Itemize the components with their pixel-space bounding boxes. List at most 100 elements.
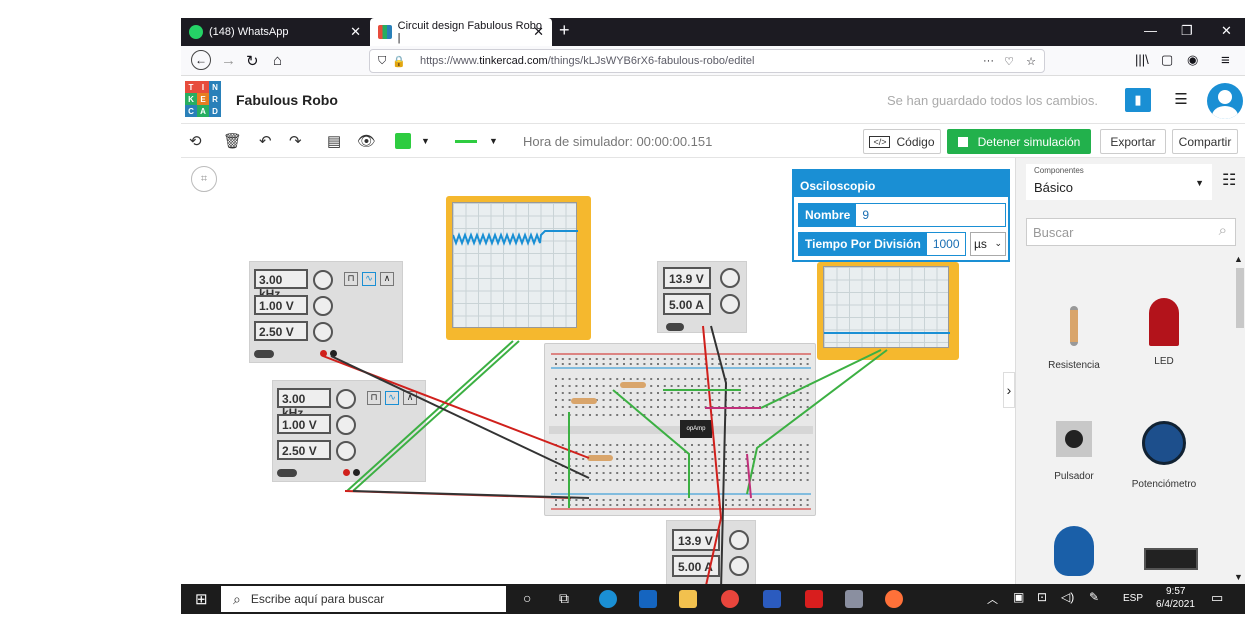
wire-type-picker[interactable]: ▼ bbox=[455, 132, 501, 150]
scrollbar-thumb[interactable] bbox=[1236, 268, 1244, 328]
clock-time[interactable]: 9:57 bbox=[1166, 586, 1185, 597]
color-picker[interactable]: ▼ bbox=[395, 132, 435, 150]
edge-icon[interactable] bbox=[599, 590, 617, 608]
rotate-icon[interactable]: ⟲ bbox=[189, 132, 202, 150]
knob[interactable] bbox=[720, 294, 740, 314]
back-icon[interactable]: ← bbox=[191, 50, 211, 70]
file-explorer-icon[interactable] bbox=[679, 590, 697, 608]
terminal-black[interactable] bbox=[330, 350, 337, 357]
notes-icon[interactable]: ▤ bbox=[327, 132, 341, 150]
oscilloscope[interactable] bbox=[446, 196, 591, 340]
undo-icon[interactable]: ↶ bbox=[259, 132, 272, 150]
windows-start-icon[interactable]: ⊞ bbox=[195, 590, 208, 608]
pocket-icon[interactable]: ♡ bbox=[1004, 55, 1014, 68]
component-led[interactable]: LED bbox=[1124, 298, 1204, 367]
wifi-icon[interactable]: ⊡ bbox=[1037, 590, 1047, 604]
acrobat-icon[interactable] bbox=[805, 590, 823, 608]
category-select[interactable]: Componentes Básico ▼ bbox=[1026, 164, 1212, 200]
knob[interactable] bbox=[313, 296, 333, 316]
sidebar-icon[interactable]: ▢ bbox=[1161, 52, 1173, 68]
close-icon[interactable]: ✕ bbox=[533, 24, 544, 40]
triangle-wave-icon[interactable]: ∧ bbox=[403, 391, 417, 405]
tinkercad-logo[interactable]: T I N K E R C A D bbox=[185, 81, 221, 117]
knob[interactable] bbox=[729, 556, 749, 576]
terminal-red[interactable] bbox=[343, 469, 350, 476]
bookmark-icon[interactable]: ☆ bbox=[1026, 55, 1036, 68]
word-icon[interactable] bbox=[763, 590, 781, 608]
power-supply[interactable]: 13.9 V 5.00 A bbox=[666, 520, 756, 584]
component-search[interactable]: Buscar ⌕ bbox=[1026, 218, 1236, 246]
scroll-up-icon[interactable]: ▲ bbox=[1234, 254, 1243, 264]
component-resistor[interactable]: Resistencia bbox=[1034, 306, 1114, 371]
function-generator[interactable]: 3.00 kHz 1.00 V 2.50 V ⊓ ∿ ∧ bbox=[272, 380, 426, 482]
project-name[interactable]: Fabulous Robo bbox=[236, 92, 338, 108]
opamp-chip[interactable]: opAmp bbox=[680, 420, 712, 438]
resistor[interactable] bbox=[587, 455, 613, 461]
taskbar-search[interactable]: ⌕ Escribe aquí para buscar bbox=[221, 586, 506, 612]
terminal-black[interactable] bbox=[353, 469, 360, 476]
knob[interactable] bbox=[313, 270, 333, 290]
sine-wave-icon[interactable]: ∿ bbox=[385, 391, 399, 405]
restore-icon[interactable]: ❐ bbox=[1181, 23, 1193, 39]
language-indicator[interactable]: ESP bbox=[1123, 593, 1143, 604]
reload-icon[interactable]: ↻ bbox=[246, 52, 259, 70]
tray-chevron-icon[interactable]: ︿ bbox=[987, 591, 998, 607]
name-value[interactable]: 9 bbox=[856, 208, 869, 222]
component-potentiometer[interactable]: Potenciómetro bbox=[1124, 421, 1204, 490]
list-view-button[interactable]: ☰ bbox=[1169, 88, 1193, 112]
tab-whatsapp[interactable]: (148) WhatsApp ✕ bbox=[181, 18, 369, 46]
stop-simulation-button[interactable]: Detener simulación bbox=[947, 129, 1091, 154]
network-icon[interactable]: ▣ bbox=[1013, 590, 1024, 604]
more-icon[interactable]: ··· bbox=[983, 55, 994, 67]
mail-icon[interactable] bbox=[639, 590, 657, 608]
new-tab-icon[interactable]: + bbox=[559, 20, 570, 41]
notifications-icon[interactable]: ▭ bbox=[1211, 590, 1223, 606]
trash-icon[interactable]: 🗑 bbox=[223, 132, 242, 150]
triangle-wave-icon[interactable]: ∧ bbox=[380, 272, 394, 286]
oscilloscope[interactable] bbox=[817, 262, 959, 360]
square-wave-icon[interactable]: ⊓ bbox=[367, 391, 381, 405]
breadboard[interactable]: opAmp bbox=[544, 343, 816, 516]
visibility-icon[interactable]: 👁 bbox=[357, 132, 376, 150]
forward-icon[interactable]: → bbox=[221, 52, 236, 69]
knob[interactable] bbox=[720, 268, 740, 288]
square-wave-icon[interactable]: ⊓ bbox=[344, 272, 358, 286]
account-icon[interactable]: ◉ bbox=[1187, 52, 1198, 68]
power-supply[interactable]: 13.9 V 5.00 A bbox=[657, 261, 747, 333]
avatar[interactable] bbox=[1207, 83, 1243, 119]
cortana-icon[interactable]: ○ bbox=[523, 590, 531, 606]
knob[interactable] bbox=[336, 441, 356, 461]
chrome-icon[interactable] bbox=[721, 590, 739, 608]
export-button[interactable]: Exportar bbox=[1100, 129, 1166, 154]
power-switch[interactable] bbox=[666, 323, 684, 331]
knob[interactable] bbox=[336, 415, 356, 435]
power-switch[interactable] bbox=[277, 469, 297, 477]
name-field[interactable]: Nombre 9 bbox=[798, 203, 1006, 227]
address-bar[interactable]: ⛉ 🔒 https://www. tinkercad.com /things/k… bbox=[369, 49, 1045, 73]
tab-tinkercad[interactable]: Circuit design Fabulous Robo | ✕ bbox=[370, 18, 552, 46]
redo-icon[interactable]: ↷ bbox=[289, 132, 302, 150]
circuit-view-button[interactable]: ▮ bbox=[1125, 88, 1151, 112]
knob[interactable] bbox=[313, 322, 333, 342]
app-icon[interactable] bbox=[845, 590, 863, 608]
sine-wave-icon[interactable]: ∿ bbox=[362, 272, 376, 286]
function-generator[interactable]: 3.00 kHz 1.00 V 2.50 V ⊓ ∿ ∧ bbox=[249, 261, 403, 363]
time-per-division-field[interactable]: Tiempo Por División 1000 bbox=[798, 232, 966, 256]
close-window-icon[interactable]: ✕ bbox=[1221, 23, 1232, 39]
menu-icon[interactable]: ≡ bbox=[1221, 52, 1230, 69]
task-view-icon[interactable]: ⧉ bbox=[559, 590, 569, 607]
minimize-icon[interactable]: — bbox=[1144, 23, 1157, 38]
pen-icon[interactable]: ✎ bbox=[1089, 590, 1099, 604]
time-unit-select[interactable]: µs ⌄ bbox=[970, 232, 1006, 256]
power-switch[interactable] bbox=[254, 350, 274, 358]
share-button[interactable]: Compartir bbox=[1172, 129, 1238, 154]
resistor[interactable] bbox=[571, 398, 597, 404]
library-icon[interactable]: |||\ bbox=[1135, 52, 1149, 67]
home-icon[interactable]: ⌂ bbox=[273, 52, 282, 69]
terminal-red[interactable] bbox=[320, 350, 327, 357]
panel-toggle-button[interactable]: › bbox=[1003, 372, 1015, 408]
scroll-down-icon[interactable]: ▼ bbox=[1234, 572, 1243, 582]
knob[interactable] bbox=[336, 389, 356, 409]
volume-icon[interactable]: ◁) bbox=[1061, 590, 1074, 604]
zoom-fit-button[interactable]: ⌗ bbox=[191, 166, 217, 192]
